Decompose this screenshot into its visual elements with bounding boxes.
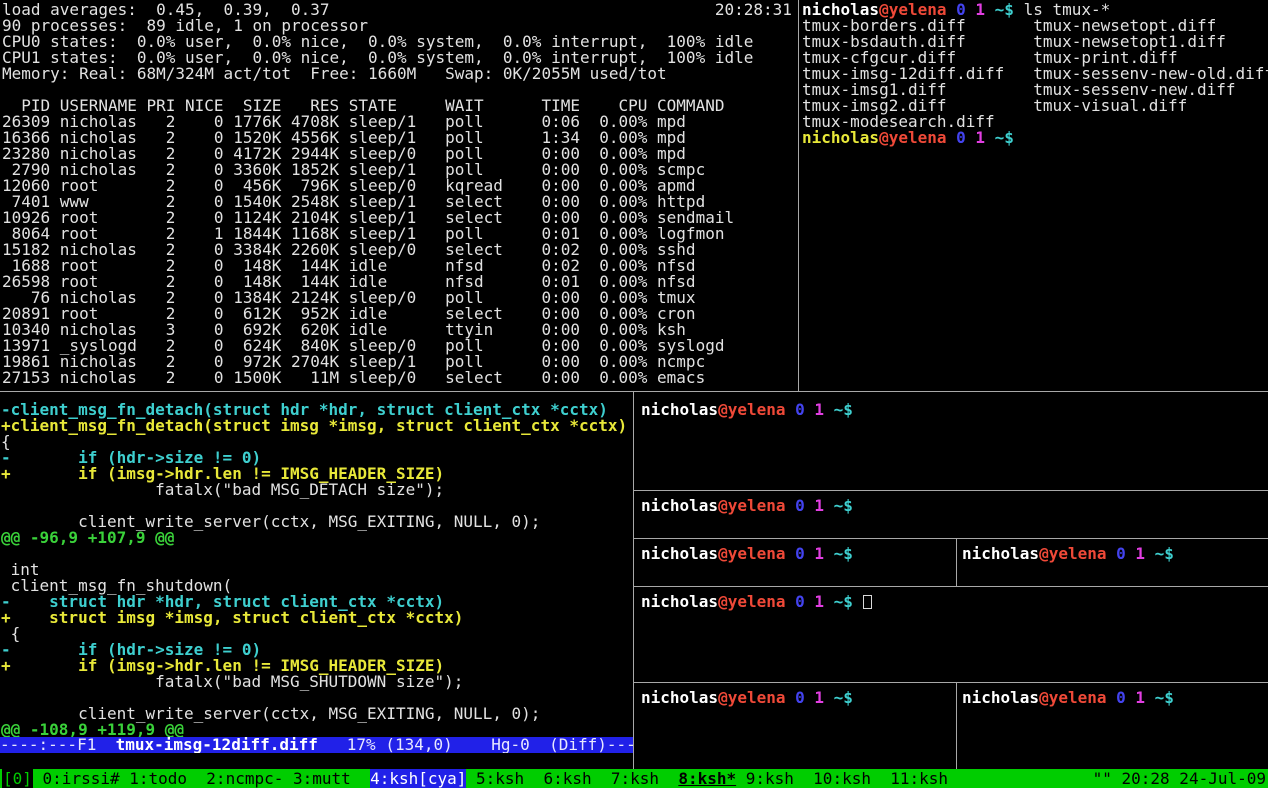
pane-shell-f[interactable]: nicholas@yelena 0 1 ~$ <box>634 683 956 769</box>
shell-g-prompt: nicholas@yelena 0 1 ~$ <box>962 690 1174 706</box>
pane-shell-b[interactable]: nicholas@yelena 0 1 ~$ <box>634 491 1268 538</box>
tmux-terminal: load averages: 0.45, 0.39, 0.37 20:28:31… <box>0 0 1268 788</box>
pane-border-vertical-top[interactable] <box>798 0 799 391</box>
status-right-clock: "" 20:28 24-Jul-09 <box>1093 769 1266 788</box>
shell-d-prompt: nicholas@yelena 0 1 ~$ <box>962 546 1174 562</box>
emacs-diff-buffer: -client_msg_fn_detach(struct hdr *hdr, s… <box>1 402 627 738</box>
shell-b-prompt: nicholas@yelena 0 1 ~$ <box>641 498 853 514</box>
pane-shell-c[interactable]: nicholas@yelena 0 1 ~$ <box>634 539 956 586</box>
window-list[interactable]: [0] 0:irssi# 1:todo 2:ncmpc- 3:mutt 4:ks… <box>2 769 948 788</box>
top-output: load averages: 0.45, 0.39, 0.37 20:28:31… <box>2 2 792 386</box>
shell-c-prompt: nicholas@yelena 0 1 ~$ <box>641 546 853 562</box>
shell-f-prompt: nicholas@yelena 0 1 ~$ <box>641 690 853 706</box>
emacs-modeline: ----:---F1 tmux-imsg-12diff.diff 17% (13… <box>0 737 633 753</box>
pane-shell-e-active[interactable]: nicholas@yelena 0 1 ~$ <box>634 587 1268 682</box>
shell-ls-output: nicholas@yelena 0 1 ~$ ls tmux-*tmux-bor… <box>802 2 1268 146</box>
tmux-status-bar: [0] 0:irssi# 1:todo 2:ncmpc- 3:mutt 4:ks… <box>0 769 1268 788</box>
shell-a-prompt: nicholas@yelena 0 1 ~$ <box>641 402 853 418</box>
pane-shell-a[interactable]: nicholas@yelena 0 1 ~$ <box>634 392 1268 490</box>
pane-shell-g[interactable]: nicholas@yelena 0 1 ~$ <box>957 683 1268 769</box>
pane-emacs[interactable]: -client_msg_fn_detach(struct hdr *hdr, s… <box>0 392 633 769</box>
pane-shell-ls[interactable]: nicholas@yelena 0 1 ~$ ls tmux-*tmux-bor… <box>800 0 1268 391</box>
pane-shell-d[interactable]: nicholas@yelena 0 1 ~$ <box>957 539 1268 586</box>
shell-e-prompt: nicholas@yelena 0 1 ~$ <box>641 594 872 610</box>
pane-top-process-monitor[interactable]: load averages: 0.45, 0.39, 0.37 20:28:31… <box>0 0 797 391</box>
